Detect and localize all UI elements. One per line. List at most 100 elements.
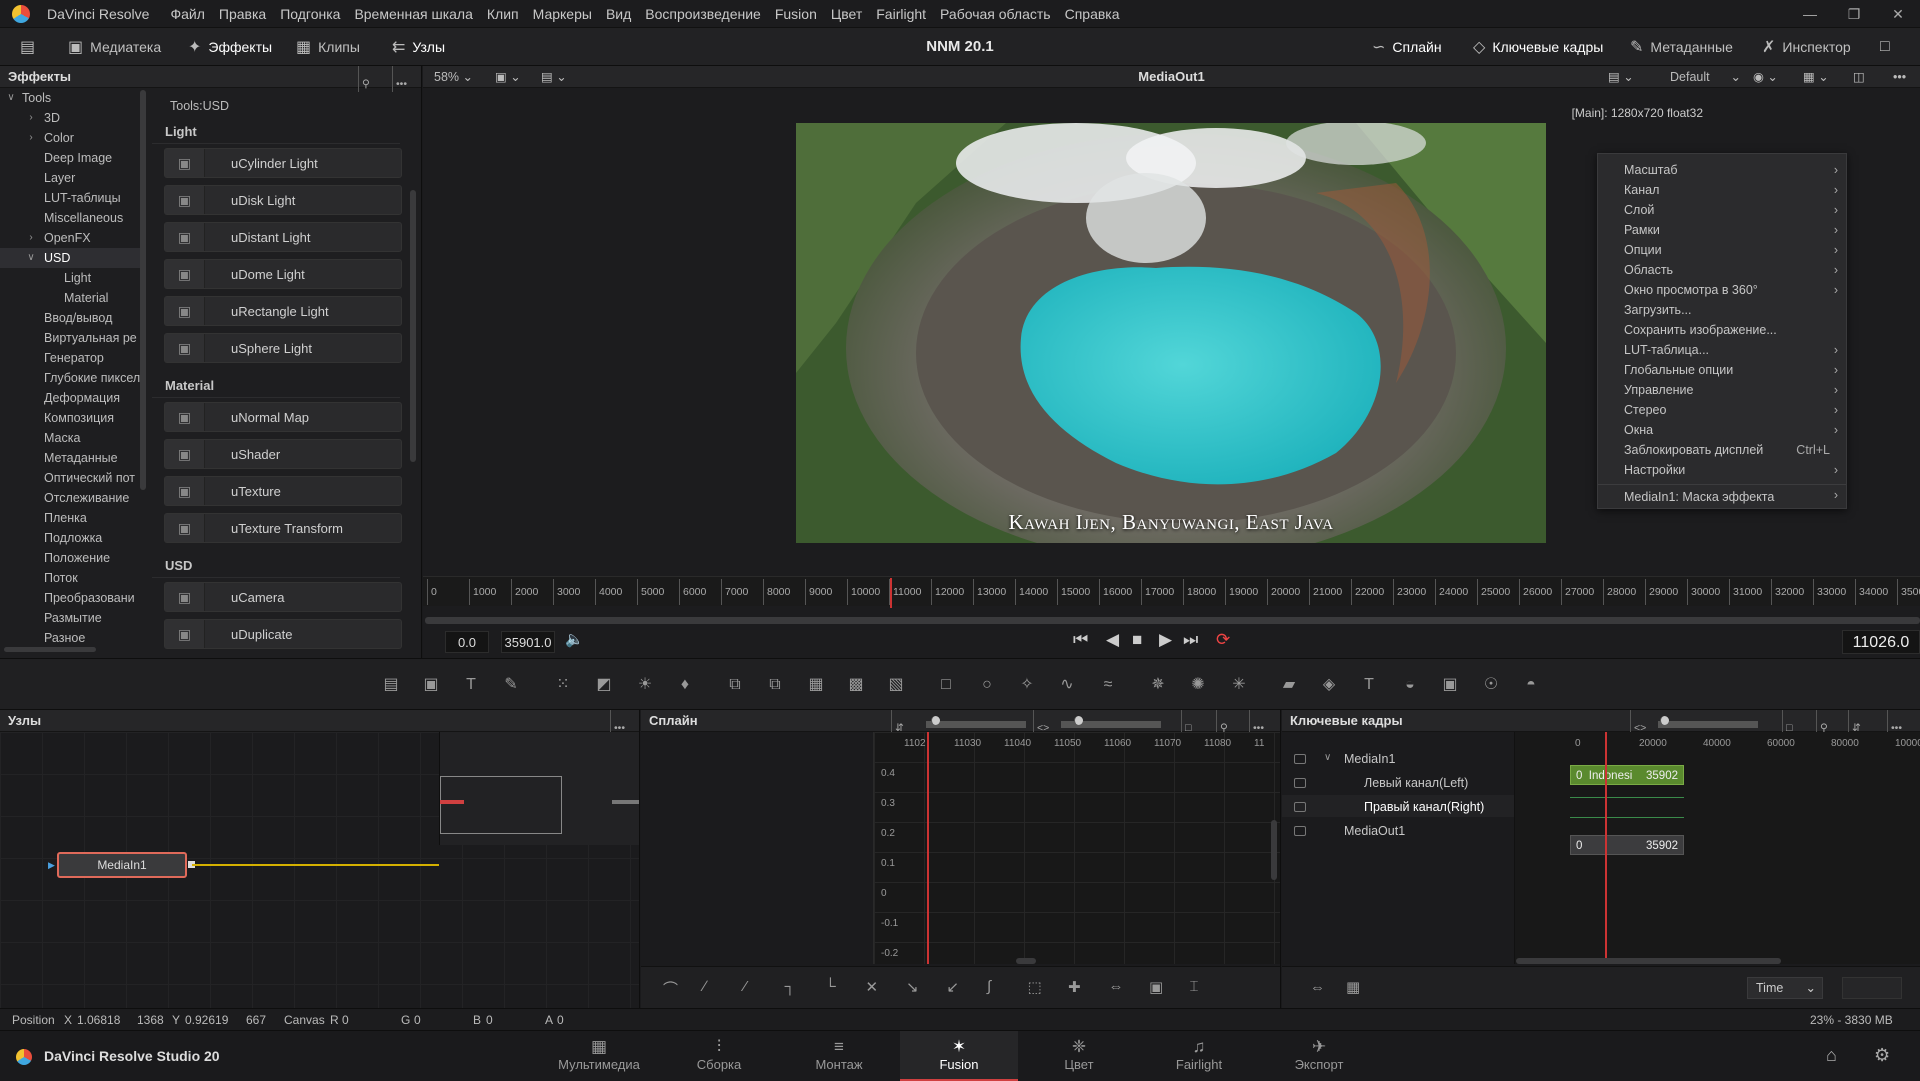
particle-force-icon[interactable]: ✳ <box>1228 674 1250 696</box>
render-end-field[interactable]: 35901.0 <box>501 631 555 653</box>
smooth-icon[interactable]: ⌒ <box>663 978 678 999</box>
tree-item[interactable]: Глубокие пиксел <box>0 368 142 388</box>
context-menu-item[interactable]: Рамки › <box>1598 220 1846 240</box>
menu-item[interactable]: Рабочая область <box>933 6 1058 22</box>
tree-item[interactable]: ∨ USD <box>0 248 142 268</box>
image-icon[interactable]: ▣ <box>420 674 442 696</box>
settings-gear-icon[interactable]: ⚙ <box>1874 1045 1890 1066</box>
render-start-field[interactable]: 0.0 <box>445 631 489 653</box>
kf-zoom-slider[interactable] <box>1658 721 1758 728</box>
time-mode-dropdown[interactable]: Time ⌄ <box>1747 977 1823 999</box>
tree-item[interactable]: Light <box>0 268 142 288</box>
context-menu-item[interactable]: Заблокировать дисплей Ctrl+L <box>1598 440 1846 460</box>
ease-in-icon[interactable]: ↘ <box>906 978 919 996</box>
dual-view-icon[interactable]: ◫ <box>1853 66 1865 88</box>
context-menu-item[interactable]: Настройки › <box>1598 460 1846 480</box>
fusion-page-tab[interactable]: ✶ Fusion <box>900 1031 1018 1081</box>
cut-page-tab[interactable]: ⫶ Сборка <box>660 1031 778 1081</box>
text-icon[interactable]: T <box>460 674 482 696</box>
metadata-button[interactable]: ✎ Метаданные <box>1630 28 1733 66</box>
tree-item[interactable]: Deep Image <box>0 148 142 168</box>
close-icon[interactable]: ✕ <box>1876 0 1920 28</box>
color-icon[interactable]: ◉ ⌄ <box>1753 66 1778 88</box>
kf-hscroll[interactable] <box>1516 958 1781 964</box>
merge3d-icon[interactable]: ◈ <box>1318 674 1340 696</box>
context-menu-item[interactable]: Канал › <box>1598 180 1846 200</box>
mediain1-keyframe-bar[interactable]: 0 Indonesi 35902 <box>1570 765 1684 785</box>
tree-item[interactable]: Поток <box>0 568 142 588</box>
step-back-icon[interactable]: ◀ <box>1106 630 1119 650</box>
tree-horizontal-scrollbar[interactable] <box>4 647 96 652</box>
tree-item[interactable]: Пленка <box>0 508 142 528</box>
spline-vscroll[interactable] <box>1271 820 1277 880</box>
tree-item[interactable]: Положение <box>0 548 142 568</box>
particle-render-icon[interactable]: ✺ <box>1187 674 1209 696</box>
tree-item[interactable]: Композиция <box>0 408 142 428</box>
tree-item[interactable]: Layer <box>0 168 142 188</box>
chevron-down-icon[interactable]: ∨ <box>24 248 38 268</box>
camera3d-icon[interactable]: ◒ <box>1399 674 1421 696</box>
particle-emitter-icon[interactable]: ✵ <box>1147 674 1169 696</box>
set-loop-icon[interactable]: ⌶ <box>1190 978 1199 995</box>
tree-item[interactable]: Подложка <box>0 528 142 548</box>
tool-button[interactable]: ▣ uNormal Map <box>164 402 402 432</box>
select-all-icon[interactable]: ⬚ <box>1028 978 1042 996</box>
tree-item[interactable]: Material <box>0 288 142 308</box>
context-menu-item[interactable]: Сохранить изображение... <box>1598 320 1846 340</box>
transform-icon[interactable]: ▧ <box>885 674 907 696</box>
current-timecode[interactable]: 11026.0 <box>1842 630 1920 654</box>
navigator-viewport[interactable] <box>440 776 562 834</box>
menu-item[interactable]: Файл <box>163 6 211 22</box>
edit-page-tab[interactable]: ≡ Монтаж <box>780 1031 898 1081</box>
tool-button[interactable]: ▣ uShader <box>164 439 402 469</box>
stop-icon[interactable]: ■ <box>1132 630 1142 650</box>
tool-button[interactable]: ▣ uDuplicate <box>164 619 402 649</box>
tree-item[interactable]: › OpenFX <box>0 228 142 248</box>
spline-button[interactable]: ∽ Сплайн <box>1372 28 1442 66</box>
tree-scrollbar[interactable] <box>140 90 146 490</box>
minimize-icon[interactable]: — <box>1788 0 1832 28</box>
play-icon[interactable]: ▶ <box>1159 630 1172 650</box>
tool-button[interactable]: ▣ uTexture <box>164 476 402 506</box>
bspline-mask-icon[interactable]: ∿ <box>1056 674 1078 696</box>
menu-item[interactable]: Маркеры <box>526 6 599 22</box>
tree-item[interactable]: LUT-таблицы <box>0 188 142 208</box>
menu-item[interactable]: Fairlight <box>869 6 933 22</box>
keyframe-track-label[interactable]: Правый канал(Right) <box>1364 800 1484 814</box>
go-to-start-icon[interactable]: ⏮ <box>1073 630 1088 650</box>
lock-icon[interactable] <box>1294 754 1306 764</box>
tool-button[interactable]: ▣ uDisk Light <box>164 185 402 215</box>
tree-item[interactable]: › 3D <box>0 108 142 128</box>
context-menu-item[interactable]: Масштаб › <box>1598 160 1846 180</box>
context-menu-item[interactable]: MediaIn1: Маска эффекта › <box>1598 484 1846 508</box>
paint-icon[interactable]: ✎ <box>500 674 522 696</box>
tool-button[interactable]: ▣ uDome Light <box>164 259 402 289</box>
tool-button[interactable]: ▣ uCylinder Light <box>164 148 402 178</box>
tool-button[interactable]: ▣ uCamera <box>164 582 402 612</box>
mask-icon[interactable]: ▩ <box>845 674 867 696</box>
chevron-down-icon[interactable]: ∨ <box>1324 752 1331 763</box>
kf-spread-icon[interactable]: ⇔ <box>1310 979 1325 996</box>
keyframes-button[interactable]: ◇ Ключевые кадры <box>1473 28 1603 66</box>
keyframe-track-label[interactable]: Левый канал(Left) <box>1364 776 1468 790</box>
inspector-button[interactable]: ✗ Инспектор <box>1762 28 1851 66</box>
tree-item[interactable]: Генератор <box>0 348 142 368</box>
context-menu-item[interactable]: Окно просмотра в 360° › <box>1598 280 1846 300</box>
color-corrector-icon[interactable]: ◩ <box>593 674 615 696</box>
background-icon[interactable]: ▤ <box>380 674 402 696</box>
time-ruler[interactable]: 0 1000 2000 3000 4000 5000 6000 7000 8000 9000 100… <box>423 576 1920 606</box>
chevron-right-icon[interactable]: › <box>24 128 38 148</box>
particles-icon[interactable]: ⁙ <box>552 674 574 696</box>
invert-icon[interactable]: ⁄ <box>744 978 747 995</box>
ease-out-icon[interactable]: ↙ <box>947 978 960 996</box>
fullscreen-button[interactable]: □ <box>1880 28 1890 66</box>
ruler-playhead[interactable] <box>890 578 893 608</box>
tool-button[interactable]: ▣ uSphere Light <box>164 333 402 363</box>
light3d-icon[interactable]: ☉ <box>1480 674 1502 696</box>
merge-icon[interactable]: ⧉ <box>724 674 746 696</box>
node-navigator[interactable] <box>439 732 639 845</box>
grid-icon[interactable]: ▦ ⌄ <box>1803 66 1829 88</box>
context-menu-item[interactable]: Стерео › <box>1598 400 1846 420</box>
matte-control-icon[interactable]: ▦ <box>805 674 827 696</box>
shape3d-icon[interactable]: ▰ <box>1278 674 1300 696</box>
